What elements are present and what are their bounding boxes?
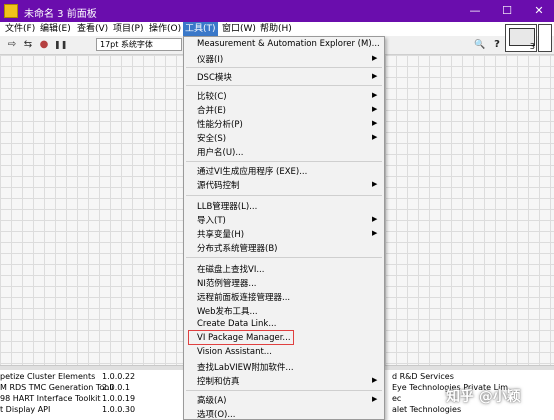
window-title: 未命名 3 前面板	[24, 9, 97, 20]
submenu-arrow-icon: ▶	[372, 119, 378, 127]
submenu-arrow-icon: ▶	[372, 180, 378, 188]
menu-item-llb-manager[interactable]: LLB管理器(L)...	[197, 200, 257, 212]
menu-item-mae[interactable]: Measurement & Automation Explorer (M)...	[197, 39, 380, 49]
menu-edit[interactable]: 编辑(E)	[38, 22, 73, 36]
menu-item-security[interactable]: 安全(S)	[197, 132, 226, 144]
menu-item-username[interactable]: 用户名(U)...	[197, 146, 243, 158]
run-continuously-icon[interactable]: ⇆	[22, 39, 34, 51]
menu-separator	[186, 390, 382, 391]
menu-bar: 文件(F) 编辑(E) 查看(V) 项目(P) 操作(O) 工具(T) 窗口(W…	[0, 22, 554, 37]
submenu-arrow-icon: ▶	[372, 72, 378, 80]
menu-help[interactable]: 帮助(H)	[258, 22, 294, 36]
submenu-arrow-icon: ▶	[372, 105, 378, 113]
connector-pane-icon[interactable]	[538, 24, 552, 52]
menu-item-find-vi-on-disk[interactable]: 在磁盘上查找VI...	[197, 263, 264, 275]
menu-separator	[186, 85, 382, 86]
tools-dropdown-menu: Measurement & Automation Explorer (M)...…	[183, 36, 385, 420]
context-help-icon[interactable]: ?	[491, 39, 503, 51]
submenu-arrow-icon: ▶	[372, 229, 378, 237]
menu-item-ni-example-finder[interactable]: NI范例管理器...	[197, 277, 256, 289]
menu-item-distributed-system-manager[interactable]: 分布式系统管理器(B)	[197, 242, 277, 254]
menu-item-compare[interactable]: 比较(C)	[197, 90, 227, 102]
watermark: 知乎 @小颖	[446, 389, 521, 405]
menu-item-create-data-link[interactable]: Create Data Link...	[197, 319, 276, 329]
submenu-arrow-icon: ▶	[372, 215, 378, 223]
menu-item-advanced[interactable]: 高级(A)	[197, 394, 226, 406]
close-button[interactable]: ✕	[524, 0, 554, 22]
vi-icon-number: 3	[529, 42, 535, 51]
submenu-arrow-icon: ▶	[372, 133, 378, 141]
menu-item-instrument[interactable]: 仪器(I)	[197, 53, 223, 65]
menu-file[interactable]: 文件(F)	[3, 22, 37, 36]
run-arrow-icon[interactable]: ⇨	[6, 39, 18, 51]
submenu-arrow-icon: ▶	[372, 54, 378, 62]
menu-item-remote-panel-manager[interactable]: 远程前面板连接管理器...	[197, 291, 290, 303]
menu-item-find-labview-addons[interactable]: 查找LabVIEW附加软件...	[197, 361, 294, 373]
menu-project[interactable]: 项目(P)	[111, 22, 145, 36]
menu-item-source-control[interactable]: 源代码控制	[197, 179, 240, 191]
abort-icon[interactable]: ●	[38, 39, 50, 51]
submenu-arrow-icon: ▶	[372, 395, 378, 403]
menu-item-profile[interactable]: 性能分析(P)	[197, 118, 243, 130]
menu-item-vision-assistant[interactable]: Vision Assistant...	[197, 347, 272, 357]
vi-icon[interactable]: 3	[505, 24, 537, 52]
menu-item-control-simulation[interactable]: 控制和仿真	[197, 375, 240, 387]
maximize-button[interactable]: ☐	[492, 0, 522, 22]
menu-item-web-publishing-tool[interactable]: Web发布工具...	[197, 305, 258, 317]
title-bar: 未命名 3 前面板 — ☐ ✕	[0, 0, 554, 22]
menu-item-dsc[interactable]: DSC模块	[197, 71, 232, 83]
menu-separator	[186, 195, 382, 196]
menu-separator	[186, 161, 382, 162]
labview-app-icon	[4, 4, 18, 18]
menu-operate[interactable]: 操作(O)	[147, 22, 183, 36]
menu-tools[interactable]: 工具(T)	[183, 22, 218, 36]
menu-window[interactable]: 窗口(W)	[220, 22, 258, 36]
menu-item-vi-package-manager[interactable]: VI Package Manager...	[197, 333, 291, 343]
menu-separator	[186, 67, 382, 68]
submenu-arrow-icon: ▶	[372, 91, 378, 99]
menu-item-shared-variable[interactable]: 共享变量(H)	[197, 228, 244, 240]
menu-item-merge[interactable]: 合并(E)	[197, 104, 226, 116]
minimize-button[interactable]: —	[460, 0, 490, 22]
search-icon[interactable]: 🔍	[474, 39, 486, 51]
pause-icon[interactable]: ❚❚	[54, 39, 67, 51]
menu-view[interactable]: 查看(V)	[75, 22, 110, 36]
menu-item-import[interactable]: 导入(T)	[197, 214, 226, 226]
font-selector[interactable]: 17pt 系统字体	[96, 38, 182, 51]
submenu-arrow-icon: ▶	[372, 376, 378, 384]
menu-item-build-exe[interactable]: 通过VI生成应用程序 (EXE)...	[197, 165, 307, 177]
menu-item-options[interactable]: 选项(O)...	[197, 408, 235, 420]
menu-separator	[186, 257, 382, 258]
